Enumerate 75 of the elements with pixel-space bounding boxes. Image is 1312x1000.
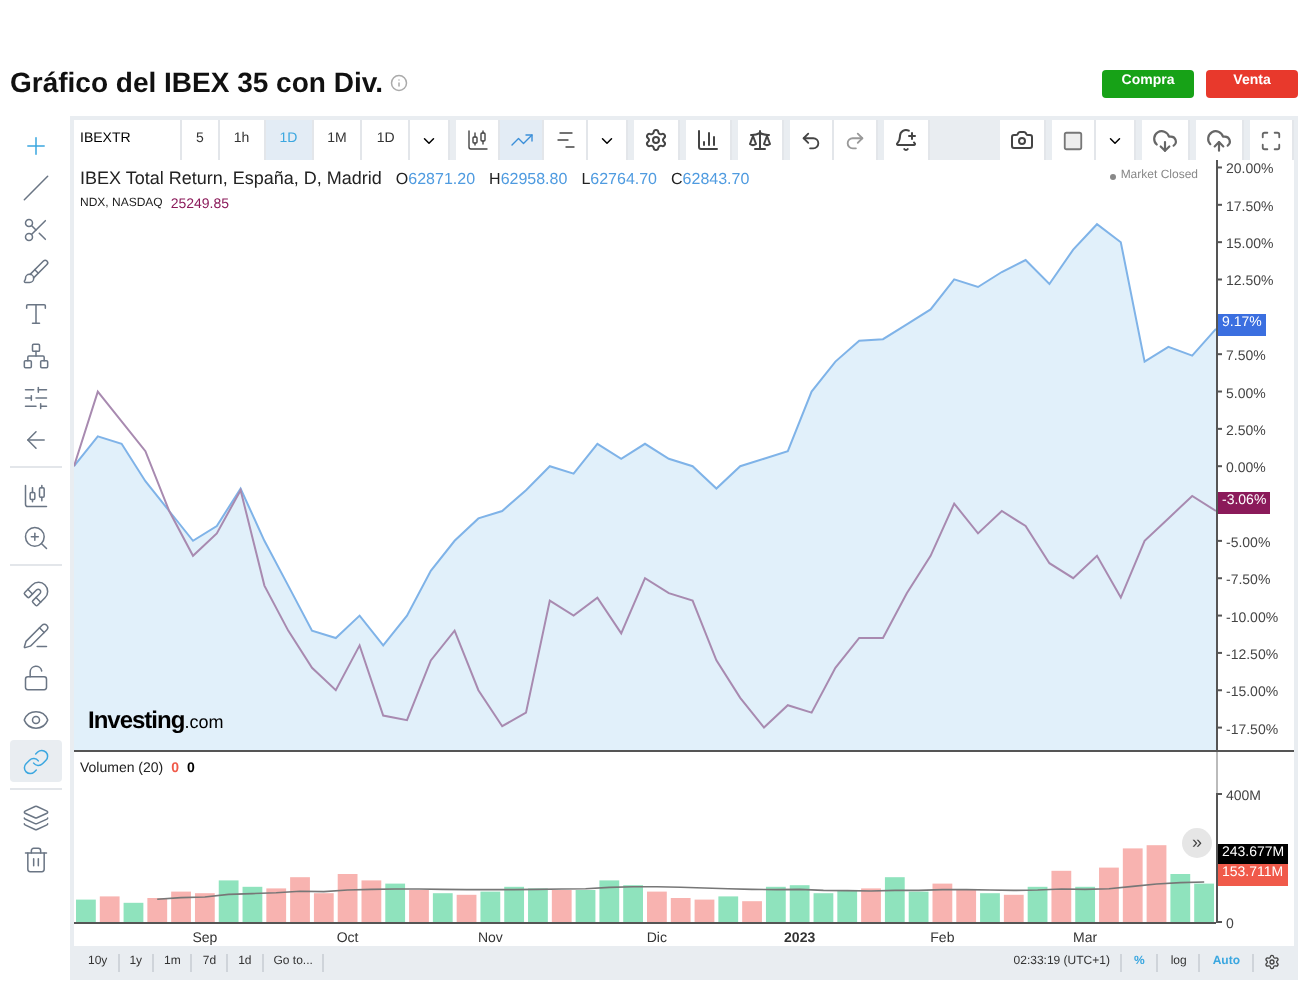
volume-bar bbox=[76, 899, 96, 922]
volume-bar bbox=[432, 893, 453, 922]
bars-icon[interactable] bbox=[544, 120, 589, 160]
volume-bar bbox=[1099, 867, 1119, 922]
volume-bar bbox=[480, 891, 501, 922]
alert-icon[interactable] bbox=[884, 120, 931, 160]
ohlc-label: O bbox=[395, 167, 409, 192]
volume-bar bbox=[409, 890, 429, 922]
volume-bar bbox=[361, 880, 382, 922]
fullscreen-icon[interactable] bbox=[1250, 120, 1294, 160]
ohlc-value: 62871.20 bbox=[408, 167, 476, 192]
volume-bar bbox=[861, 888, 881, 922]
volume-bar bbox=[551, 890, 572, 922]
ohlc-label: L bbox=[581, 167, 591, 192]
volume-bar bbox=[1003, 894, 1024, 922]
info-icon bbox=[390, 74, 409, 92]
volume-bar bbox=[218, 880, 239, 922]
volume-bar bbox=[123, 902, 144, 922]
volume-bar bbox=[504, 886, 525, 922]
volume-bar bbox=[242, 886, 263, 922]
volume-bar bbox=[956, 890, 977, 922]
volume-bar bbox=[1122, 848, 1143, 922]
square-icon[interactable] bbox=[1052, 120, 1096, 160]
volume-bar bbox=[599, 880, 620, 922]
volume-bar bbox=[1027, 886, 1048, 922]
scroll-button[interactable]: » bbox=[1182, 828, 1212, 858]
candles-icon[interactable] bbox=[456, 120, 501, 160]
volume-bar bbox=[837, 890, 858, 922]
volume-bar bbox=[1146, 845, 1167, 922]
ohlc-value: 62958.80 bbox=[500, 167, 568, 192]
ohlc-value: 62843.70 bbox=[682, 167, 750, 192]
line-chart-icon[interactable] bbox=[500, 120, 545, 160]
volume-bar bbox=[884, 877, 905, 922]
cloud-download-icon[interactable] bbox=[1142, 120, 1190, 160]
ohlc-label: H bbox=[489, 167, 501, 192]
compare-icon[interactable] bbox=[738, 120, 785, 160]
volume-bar bbox=[980, 893, 1000, 922]
volume-bar bbox=[456, 894, 477, 922]
indicators-icon[interactable] bbox=[686, 120, 733, 160]
volume-bar bbox=[266, 888, 287, 922]
volume-bar bbox=[1170, 874, 1191, 922]
volume-bar bbox=[1075, 886, 1096, 922]
ohlc-value: 62764.70 bbox=[590, 167, 658, 192]
link-icon[interactable] bbox=[9, 740, 61, 782]
volume-bar bbox=[718, 896, 739, 922]
volume-bar bbox=[147, 898, 168, 922]
volume-bar bbox=[385, 883, 406, 922]
investing-logo: Investing.com bbox=[88, 704, 224, 738]
volume-bar bbox=[908, 891, 929, 922]
volume-bar bbox=[694, 899, 715, 922]
volume-bar bbox=[932, 883, 953, 922]
volume-bar bbox=[313, 893, 334, 922]
undo-icon[interactable] bbox=[790, 120, 835, 160]
volume-bar bbox=[290, 877, 310, 922]
volume-bar bbox=[171, 891, 191, 922]
volume-bar bbox=[99, 896, 120, 922]
volume-bar bbox=[813, 893, 834, 922]
volume-bar bbox=[789, 885, 810, 922]
camera-icon[interactable] bbox=[1000, 120, 1046, 160]
volume-bar bbox=[647, 891, 667, 922]
volume-bar bbox=[575, 890, 596, 922]
volume-bar bbox=[1194, 883, 1214, 922]
volume-bar bbox=[670, 898, 691, 922]
volume-bar bbox=[742, 901, 762, 922]
cloud-upload-icon[interactable] bbox=[1196, 120, 1244, 160]
page-title: Gráfico del IBEX 35 con Div. bbox=[10, 64, 383, 102]
ohlc-label: C bbox=[671, 167, 683, 192]
volume-bar bbox=[337, 874, 358, 922]
volume-bar bbox=[528, 888, 548, 922]
volume-bar bbox=[194, 893, 215, 922]
settings-icon[interactable] bbox=[1264, 954, 1280, 970]
volume-bar bbox=[765, 886, 786, 922]
volume-bar bbox=[623, 885, 643, 922]
volume-bar bbox=[1051, 870, 1072, 922]
series-title: IBEX Total Return, España, D, Madrid bbox=[80, 166, 382, 192]
